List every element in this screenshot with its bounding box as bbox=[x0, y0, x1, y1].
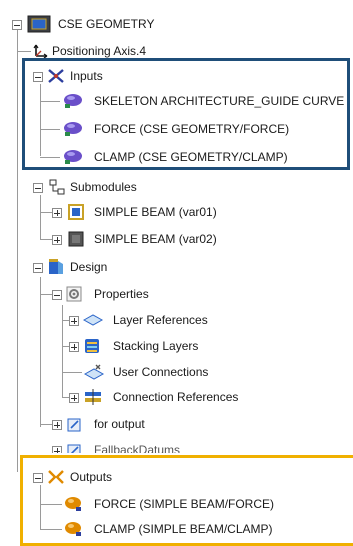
expand-toggle[interactable] bbox=[69, 342, 79, 352]
geometrical-set-icon bbox=[66, 415, 84, 440]
tree-node-submodules[interactable]: Submodules bbox=[0, 176, 353, 198]
expand-toggle[interactable] bbox=[69, 316, 79, 326]
collapse-toggle[interactable] bbox=[52, 290, 62, 300]
layer-references-icon bbox=[82, 312, 104, 335]
expand-toggle[interactable] bbox=[69, 393, 79, 403]
tree-label: SIMPLE BEAM (var01) bbox=[94, 205, 217, 219]
tree-node-layer-references[interactable]: Layer References bbox=[0, 309, 353, 331]
tree-node-stacking-layers[interactable]: Stacking Layers bbox=[0, 335, 353, 357]
expand-toggle[interactable] bbox=[52, 420, 62, 430]
design-icon bbox=[47, 258, 65, 283]
submodule-icon bbox=[67, 203, 85, 228]
tree-label: Design bbox=[70, 260, 108, 274]
inputs-highlight-frame bbox=[22, 58, 350, 170]
tree-label: FallbackDatums bbox=[94, 443, 181, 453]
tree-label: CSE GEOMETRY bbox=[58, 17, 155, 31]
tree-label: SIMPLE BEAM (var02) bbox=[94, 232, 217, 246]
user-connections-icon bbox=[83, 364, 105, 387]
tree-node-connection-references[interactable]: Connection References bbox=[0, 386, 353, 408]
tree-node-submodule-var01[interactable]: SIMPLE BEAM (var01) bbox=[0, 201, 353, 223]
collapse-toggle[interactable] bbox=[12, 20, 22, 30]
tree-label: Stacking Layers bbox=[113, 339, 199, 353]
tree-label: Layer References bbox=[113, 313, 208, 327]
tree-label: Properties bbox=[94, 287, 149, 301]
geometrical-set-icon bbox=[66, 441, 84, 453]
stacking-layers-icon bbox=[83, 337, 101, 362]
submodule-icon bbox=[67, 230, 85, 255]
product-icon bbox=[27, 15, 51, 40]
tree-node-cse-geometry[interactable]: CSE GEOMETRY bbox=[0, 13, 353, 35]
expand-toggle[interactable] bbox=[52, 235, 62, 245]
tree-node-submodule-var02[interactable]: SIMPLE BEAM (var02) bbox=[0, 228, 353, 250]
tree-label: for output bbox=[94, 417, 145, 431]
tree-node-properties[interactable]: Properties bbox=[0, 283, 353, 305]
connection-references-icon bbox=[83, 388, 103, 413]
expand-toggle[interactable] bbox=[52, 208, 62, 218]
collapse-toggle[interactable] bbox=[33, 183, 43, 193]
tree-label: Submodules bbox=[70, 180, 137, 194]
expand-toggle[interactable] bbox=[52, 446, 62, 453]
properties-icon bbox=[66, 286, 82, 309]
submodules-icon bbox=[49, 179, 65, 202]
tree-node-design[interactable]: Design bbox=[0, 256, 353, 278]
tree-node-for-output[interactable]: for output bbox=[0, 413, 353, 435]
tree-label: User Connections bbox=[113, 365, 209, 379]
tree-node-user-connections[interactable]: User Connections bbox=[0, 361, 353, 383]
collapse-toggle[interactable] bbox=[33, 263, 43, 273]
outputs-highlight-frame bbox=[20, 455, 353, 546]
tree-node-fallback-datums[interactable]: FallbackDatums bbox=[0, 439, 353, 453]
tree-label: Connection References bbox=[113, 390, 239, 404]
